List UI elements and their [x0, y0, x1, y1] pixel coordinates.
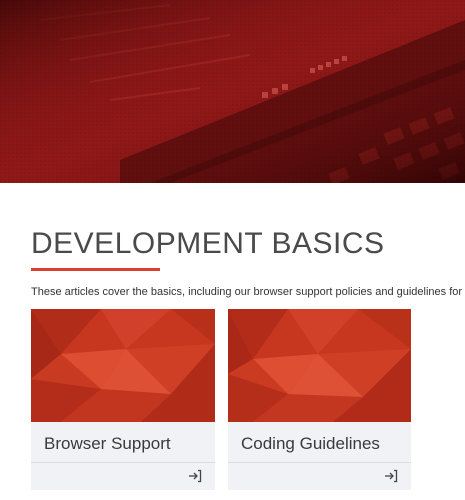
section-description: These articles cover the basics, includi… [31, 286, 463, 298]
card-footer [31, 462, 215, 491]
card-title: Browser Support [44, 434, 171, 453]
card-title: Coding Guidelines [241, 434, 380, 453]
card-footer [228, 462, 411, 491]
arrow-into-box-icon[interactable] [187, 468, 203, 484]
section-title: DEVELOPMENT BASICS [31, 227, 385, 260]
card-coding-guidelines[interactable]: Coding Guidelines [228, 309, 411, 490]
arrow-into-box-icon[interactable] [383, 468, 399, 484]
card-image [228, 309, 411, 422]
hero-banner-image [0, 0, 465, 183]
card-image [31, 309, 215, 422]
title-underline [31, 268, 160, 271]
card-browser-support[interactable]: Browser Support [31, 309, 215, 490]
